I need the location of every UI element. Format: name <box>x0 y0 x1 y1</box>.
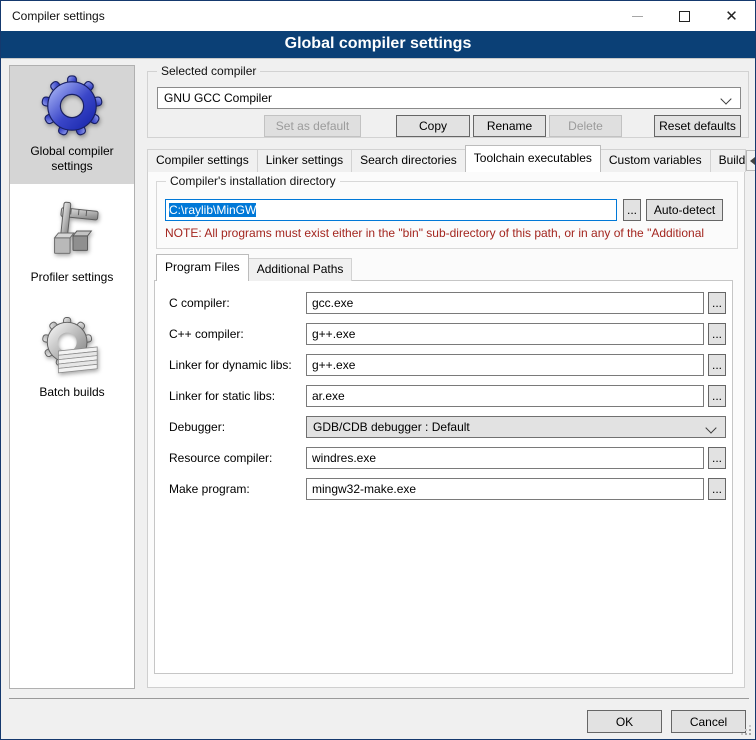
chevron-down-icon <box>705 422 716 433</box>
gear-blue-icon <box>41 75 103 137</box>
installation-directory-input[interactable]: C:\raylib\MinGW <box>165 199 617 221</box>
window-title: Compiler settings <box>12 9 105 23</box>
debugger-select[interactable]: GDB/CDB debugger : Default <box>306 416 726 438</box>
linker-dynamic-input[interactable] <box>306 354 704 376</box>
tab-scroll-left-button[interactable] <box>746 150 756 171</box>
copy-button[interactable]: Copy <box>396 115 470 137</box>
selected-compiler-group-label: Selected compiler <box>157 64 260 78</box>
program-files-tabbar: Program Files Additional Paths <box>156 256 351 281</box>
maximize-icon <box>679 11 690 22</box>
linker-dynamic-label: Linker for dynamic libs: <box>169 354 292 376</box>
page-title: Global compiler settings <box>1 31 755 59</box>
tab-build-options-clipped[interactable]: Build <box>710 149 746 172</box>
field-row-c-compiler: C compiler: ... <box>155 292 732 314</box>
field-row-make-program: Make program: ... <box>155 478 732 500</box>
titlebar: Compiler settings ✕ <box>1 1 755 31</box>
cpp-compiler-label: C++ compiler: <box>169 323 244 345</box>
resource-compiler-browse-button[interactable]: ... <box>708 447 726 469</box>
field-row-linker-static: Linker for static libs: ... <box>155 385 732 407</box>
make-program-input[interactable] <box>306 478 704 500</box>
tab-compiler-settings[interactable]: Compiler settings <box>147 149 258 172</box>
field-row-resource-compiler: Resource compiler: ... <box>155 447 732 469</box>
c-compiler-browse-button[interactable]: ... <box>708 292 726 314</box>
debugger-label: Debugger: <box>169 416 225 438</box>
linker-static-browse-button[interactable]: ... <box>708 385 726 407</box>
sidebar-item-label: Batch builds <box>39 385 104 400</box>
tab-search-directories[interactable]: Search directories <box>351 149 466 172</box>
bin-subdirectory-note: NOTE: All programs must exist either in … <box>165 226 735 240</box>
minimize-icon <box>632 16 643 17</box>
chevron-down-icon <box>720 93 731 104</box>
subtab-program-files[interactable]: Program Files <box>156 254 249 281</box>
sidebar-item-label: Global compiler settings <box>13 144 131 174</box>
resource-compiler-input[interactable] <box>306 447 704 469</box>
close-button[interactable]: ✕ <box>708 1 755 31</box>
c-compiler-input[interactable] <box>306 292 704 314</box>
subtab-additional-paths[interactable]: Additional Paths <box>248 258 353 281</box>
delete-button[interactable]: Delete <box>549 115 622 137</box>
debugger-select-value: GDB/CDB debugger : Default <box>313 420 470 434</box>
close-icon: ✕ <box>725 9 738 24</box>
cpp-compiler-browse-button[interactable]: ... <box>708 323 726 345</box>
field-row-debugger: Debugger: GDB/CDB debugger : Default <box>155 416 732 438</box>
footer-separator <box>9 698 749 699</box>
cpp-compiler-input[interactable] <box>306 323 704 345</box>
window-controls: ✕ <box>614 1 755 31</box>
sidebar-item-batch-builds[interactable]: Batch builds <box>10 307 134 410</box>
ok-button[interactable]: OK <box>587 710 662 733</box>
rename-button[interactable]: Rename <box>473 115 546 137</box>
compiler-select-value: GNU GCC Compiler <box>164 91 272 105</box>
compiler-settings-window: Compiler settings ✕ Global compiler sett… <box>0 0 756 740</box>
resource-compiler-label: Resource compiler: <box>169 447 272 469</box>
resize-grip[interactable] <box>739 723 751 735</box>
installation-directory-value: C:\raylib\MinGW <box>169 203 256 217</box>
reset-defaults-button[interactable]: Reset defaults <box>654 115 741 137</box>
linker-dynamic-browse-button[interactable]: ... <box>708 354 726 376</box>
program-files-page: C compiler: ... C++ compiler: ... Linker… <box>154 280 733 674</box>
selected-compiler-group: Selected compiler GNU GCC Compiler Set a… <box>147 71 749 138</box>
linker-static-input[interactable] <box>306 385 704 407</box>
linker-static-label: Linker for static libs: <box>169 385 275 407</box>
auto-detect-button[interactable]: Auto-detect <box>646 199 723 221</box>
make-program-label: Make program: <box>169 478 250 500</box>
settings-sidebar: Global compiler settings <box>9 65 135 689</box>
field-row-cpp-compiler: C++ compiler: ... <box>155 323 732 345</box>
sidebar-item-label: Profiler settings <box>31 270 114 285</box>
cancel-button[interactable]: Cancel <box>671 710 746 733</box>
c-compiler-label: C compiler: <box>169 292 230 314</box>
field-row-linker-dynamic: Linker for dynamic libs: ... <box>155 354 732 376</box>
toolchain-executables-page: Compiler's installation directory C:\ray… <box>147 171 745 688</box>
installation-directory-group: Compiler's installation directory C:\ray… <box>156 181 738 249</box>
tab-custom-variables[interactable]: Custom variables <box>600 149 711 172</box>
arrow-left-icon <box>750 157 755 165</box>
compiler-select[interactable]: GNU GCC Compiler <box>157 87 741 109</box>
set-as-default-button[interactable]: Set as default <box>264 115 361 137</box>
gear-stack-icon <box>41 316 103 378</box>
make-program-browse-button[interactable]: ... <box>708 478 726 500</box>
settings-tabbar: Compiler settings Linker settings Search… <box>147 145 756 172</box>
minimize-button[interactable] <box>614 1 661 31</box>
directory-browse-button[interactable]: ... <box>623 199 641 221</box>
sidebar-item-global-compiler-settings[interactable]: Global compiler settings <box>10 66 134 184</box>
maximize-button[interactable] <box>661 1 708 31</box>
tab-toolchain-executables[interactable]: Toolchain executables <box>465 145 601 172</box>
tab-linker-settings[interactable]: Linker settings <box>257 149 352 172</box>
caliper-icon <box>41 201 103 263</box>
sidebar-item-profiler-settings[interactable]: Profiler settings <box>10 192 134 295</box>
installation-directory-label: Compiler's installation directory <box>166 174 340 188</box>
